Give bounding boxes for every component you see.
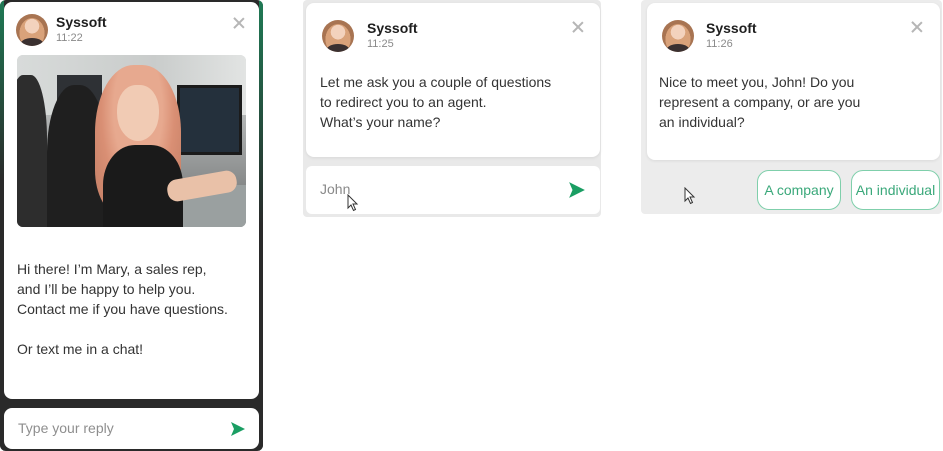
message-time: 11:25 <box>367 38 394 50</box>
message-card: Syssoft 11:22 Hi there! I’m Mary, a sale… <box>4 2 259 399</box>
sender-name: Syssoft <box>56 14 107 30</box>
agent-avatar <box>662 20 694 52</box>
send-icon[interactable] <box>230 421 248 437</box>
agent-avatar <box>322 20 354 52</box>
message-time: 11:22 <box>56 32 83 44</box>
agent-photo <box>17 55 246 227</box>
sender-name: Syssoft <box>367 20 418 36</box>
chat-widget-welcome: Syssoft 11:22 Hi there! I’m Mary, a sale… <box>0 0 263 451</box>
widget-edge-right <box>259 0 263 451</box>
reply-input-box[interactable]: John <box>306 166 600 214</box>
reply-input-placeholder[interactable]: Type your reply <box>18 420 114 436</box>
message-card: Syssoft 11:26 Nice to meet you, John! Do… <box>647 3 940 160</box>
send-icon[interactable] <box>568 181 586 198</box>
close-icon[interactable] <box>231 15 247 31</box>
message-time: 11:26 <box>706 38 733 50</box>
message-text: Hi there! I’m Mary, a sales rep, and I’l… <box>17 261 228 357</box>
option-company-button[interactable]: A company <box>757 170 841 210</box>
reply-input-value[interactable]: John <box>320 181 350 197</box>
chat-widget-type-question: Syssoft 11:26 Nice to meet you, John! Do… <box>641 0 942 214</box>
mouse-cursor-icon <box>347 194 359 212</box>
sender-name: Syssoft <box>706 20 757 36</box>
close-icon[interactable] <box>909 19 925 35</box>
chat-widget-name-question: Syssoft 11:25 Let me ask you a couple of… <box>303 0 601 217</box>
message-card: Syssoft 11:25 Let me ask you a couple of… <box>306 3 600 157</box>
option-individual-button[interactable]: An individual <box>851 170 940 210</box>
message-text: Nice to meet you, John! Do you represent… <box>659 74 861 130</box>
message-text: Let me ask you a couple of questions to … <box>320 74 552 130</box>
agent-avatar <box>16 14 48 46</box>
mouse-cursor-icon <box>684 187 696 205</box>
reply-input-box[interactable]: Type your reply <box>4 408 259 449</box>
close-icon[interactable] <box>570 19 586 35</box>
